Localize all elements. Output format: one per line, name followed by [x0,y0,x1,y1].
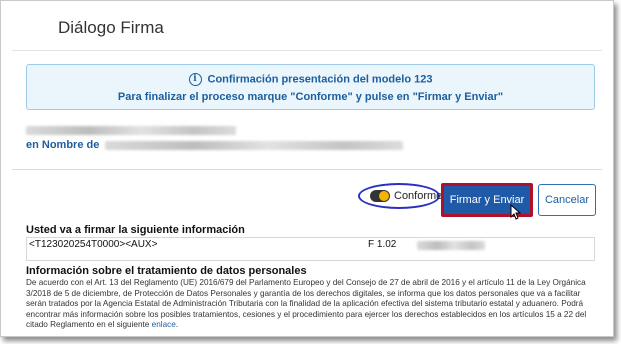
dialog-title: Diálogo Firma [58,18,164,37]
signature-code: <T123020254T0000><AUX> [29,239,158,250]
info-banner: i Confirmación presentación del modelo 12… [26,64,595,110]
mouse-pointer-icon [510,204,522,220]
section-divider [12,169,602,170]
conforme-label: Conforme [394,190,443,202]
info-icon: i [188,73,202,86]
privacy-link[interactable]: enlace [152,320,176,329]
signature-content-box: <T123020254T0000><AUX> F 1.02 [26,237,595,261]
redacted-signer-id [26,126,236,135]
privacy-body: De acuerdo con el Art. 13 del Reglamento… [26,278,587,330]
dialog-window: Diálogo Firma i Confirmación presentación… [0,0,614,337]
banner-instruction: Para finalizar el proceso marque "Confor… [117,91,504,103]
conforme-toggle-highlight: Conforme [358,183,443,209]
redacted-signer-name [105,141,403,150]
toggle-knob [379,191,389,201]
privacy-text: De acuerdo con el Art. 13 del Reglamento… [26,278,598,331]
signature-version: F 1.02 [368,239,397,250]
redacted-signature-data [417,241,485,250]
conforme-toggle[interactable] [370,190,390,202]
header-divider [12,50,602,51]
signature-heading: Usted va a firmar la siguiente informaci… [26,224,245,236]
on-behalf-label: en Nombre de [26,139,100,151]
cancel-button[interactable]: Cancelar [538,184,596,216]
privacy-heading: Información sobre el tratamiento de dato… [26,265,307,277]
privacy-end: . [175,320,179,330]
banner-heading: Confirmación presentación del modelo 123 [207,73,433,86]
